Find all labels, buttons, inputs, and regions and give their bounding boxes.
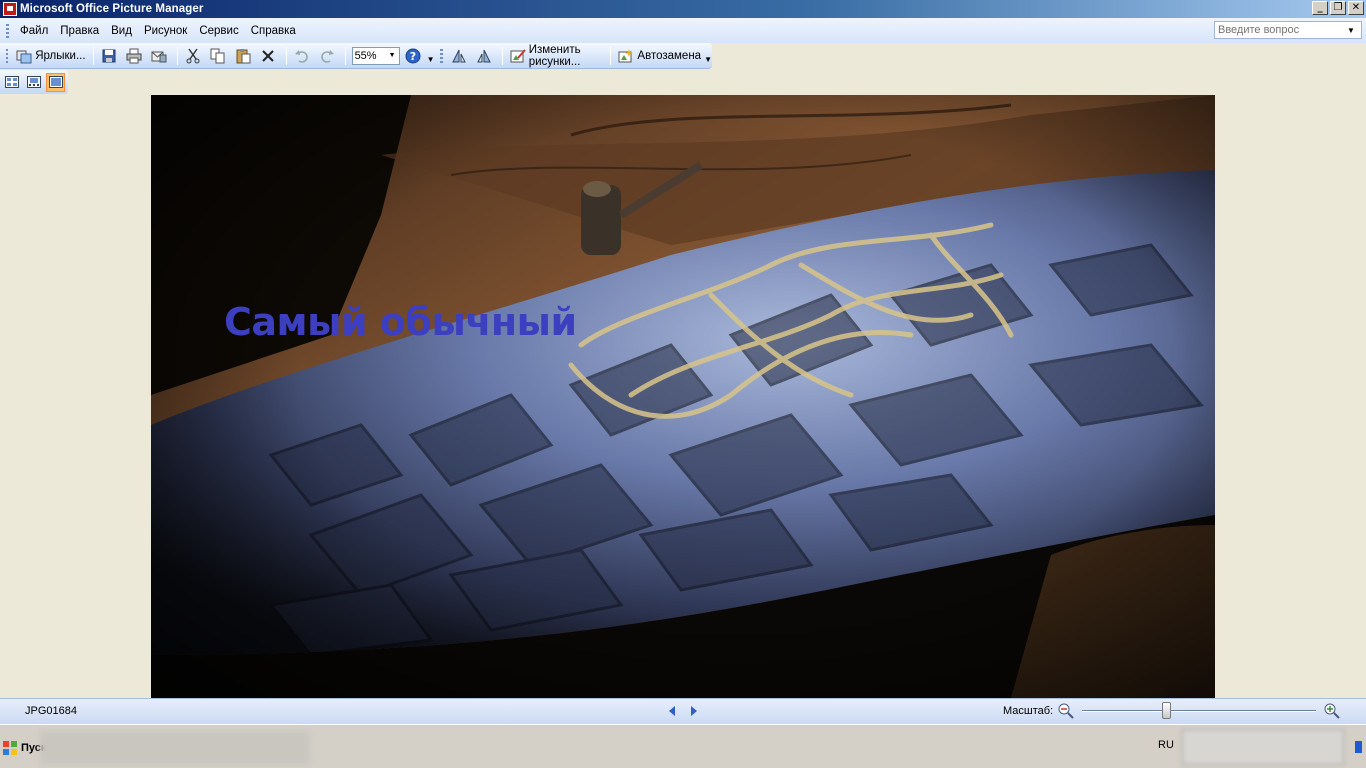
toolbar-background — [712, 43, 1366, 69]
help-search-box: ▼ — [1214, 21, 1362, 39]
single-picture-view-button[interactable] — [46, 72, 65, 92]
help-dropdown-icon[interactable]: ▼ — [1343, 26, 1359, 35]
windows-taskbar: Пуск RU — [0, 724, 1366, 768]
menu-picture[interactable]: Рисунок — [138, 25, 193, 37]
autocorrect-button[interactable]: Автозамена — [615, 45, 704, 67]
toolbar-grip-handle[interactable] — [440, 48, 443, 63]
toolbar-separator — [285, 46, 287, 65]
help-search-input[interactable] — [1215, 22, 1343, 38]
toolbar-separator — [344, 46, 346, 65]
zoom-dropdown-icon[interactable]: ▼ — [386, 52, 399, 59]
email-button[interactable] — [148, 45, 173, 67]
zoom-slider-track[interactable] — [1082, 710, 1316, 712]
zoom-in-icon[interactable] — [1324, 703, 1340, 719]
system-tray-redacted-area — [1182, 729, 1344, 765]
edit-pictures-button[interactable]: Изменить рисунки... — [507, 43, 607, 68]
toolbar-grip-handle[interactable] — [6, 48, 9, 63]
shortcuts-label: Ярлыки... — [35, 49, 86, 62]
menu-tools[interactable]: Сервис — [193, 25, 244, 37]
thumbnail-view-button[interactable] — [2, 73, 21, 92]
zoom-percent-input[interactable] — [352, 49, 386, 62]
language-indicator[interactable]: RU — [1158, 739, 1174, 751]
paste-button[interactable] — [232, 45, 257, 67]
help-button[interactable]: ? — [402, 45, 427, 67]
menu-help[interactable]: Справка — [245, 25, 302, 37]
taskbar-redacted-area — [40, 731, 310, 765]
toolbar-options-chevron-icon[interactable]: ▼ — [427, 45, 435, 67]
next-picture-icon[interactable] — [687, 704, 701, 718]
previous-picture-icon[interactable] — [665, 704, 679, 718]
toolbar-options-chevron-icon[interactable]: ▼ — [704, 45, 712, 67]
standard-toolbar: Ярлыки... 55% ▼ ? ▼ Изменить рисунки... … — [0, 43, 712, 69]
view-toolbar — [0, 70, 1366, 94]
shortcuts-button[interactable]: Ярлыки... — [13, 45, 88, 67]
autocorrect-icon — [618, 48, 634, 64]
menu-grip-handle[interactable] — [6, 23, 9, 38]
status-bar: JPG01684 Масштаб: — [0, 698, 1366, 724]
save-button[interactable] — [98, 45, 123, 67]
menu-file[interactable]: Файл — [14, 25, 54, 37]
menu-view[interactable]: Вид — [105, 25, 138, 37]
app-icon — [3, 2, 17, 16]
view-mode-group — [0, 70, 68, 94]
printer-icon — [126, 48, 142, 64]
edit-pictures-label: Изменить рисунки... — [528, 43, 581, 68]
zoom-slider-thumb[interactable] — [1162, 702, 1172, 719]
toolbar-separator — [92, 46, 94, 65]
picture-viewer: Самый обычный — [0, 94, 1366, 698]
zoom-label: Масштаб: — [1003, 705, 1054, 717]
picture-caption: Самый обычный — [224, 300, 577, 344]
toolbar-separator — [176, 46, 178, 65]
rotate-right-button[interactable] — [473, 45, 498, 67]
current-filename: JPG01684 — [25, 705, 77, 717]
restore-button[interactable]: ❐ — [1330, 1, 1346, 15]
filmstrip-view-button[interactable] — [24, 73, 43, 92]
picture-image[interactable]: Самый обычный — [151, 95, 1215, 698]
mail-icon — [151, 48, 167, 64]
rotate-left-button[interactable] — [448, 45, 473, 67]
help-icon: ? — [405, 48, 421, 64]
delete-button[interactable] — [257, 45, 282, 67]
svg-text:?: ? — [409, 50, 415, 63]
minimize-button[interactable]: _ — [1312, 1, 1328, 15]
undo-icon — [294, 48, 310, 64]
rotate-right-icon — [476, 48, 492, 64]
shortcuts-icon — [16, 48, 32, 64]
edit-picture-icon — [510, 48, 526, 64]
filmstrip-view-icon — [26, 76, 41, 88]
save-icon — [101, 48, 117, 64]
copy-icon — [210, 48, 226, 64]
zoom-out-icon[interactable] — [1058, 703, 1074, 719]
window-title: Microsoft Office Picture Manager — [20, 3, 204, 15]
copy-button[interactable] — [207, 45, 232, 67]
redo-icon — [319, 48, 335, 64]
zoom-combo[interactable]: ▼ — [351, 46, 400, 65]
clipboard-icon — [235, 48, 251, 64]
menu-bar: Файл Правка Вид Рисунок Сервис Справка ▼ — [0, 18, 1366, 43]
single-picture-view-icon — [48, 76, 63, 88]
toolbar-separator — [501, 46, 503, 65]
toolbar-separator — [610, 46, 612, 65]
close-button[interactable]: ✕ — [1348, 1, 1364, 15]
print-button[interactable] — [123, 45, 148, 67]
redo-button[interactable] — [316, 45, 341, 67]
delete-x-icon — [260, 48, 276, 64]
windows-logo-icon — [3, 741, 17, 755]
autocorrect-label: Автозамена — [637, 49, 702, 62]
cut-button[interactable] — [182, 45, 207, 67]
rotate-left-icon — [451, 48, 467, 64]
window-controls: _ ❐ ✕ — [1312, 1, 1364, 15]
undo-button[interactable] — [291, 45, 316, 67]
title-bar: Microsoft Office Picture Manager _ ❐ ✕ — [0, 0, 1366, 18]
thumbnail-view-icon — [4, 76, 19, 88]
scissors-icon — [185, 48, 201, 64]
tire-photo-render — [151, 95, 1215, 698]
menu-edit[interactable]: Правка — [54, 25, 105, 37]
tray-clock-edge — [1355, 741, 1362, 753]
